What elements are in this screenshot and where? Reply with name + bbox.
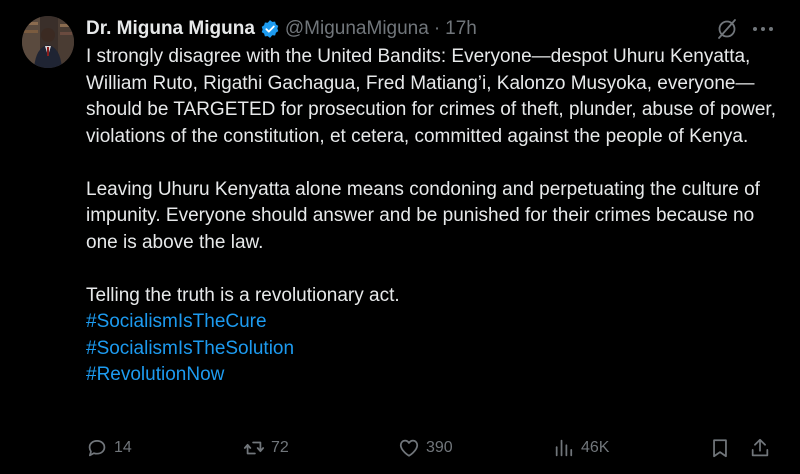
reply-icon bbox=[88, 439, 106, 457]
reply-button[interactable]: 14 bbox=[86, 434, 132, 462]
hashtag-link[interactable]: #RevolutionNow bbox=[86, 362, 776, 389]
reply-count: 14 bbox=[114, 439, 132, 456]
tweet-paragraph: Telling the truth is a revolutionary act… bbox=[86, 284, 400, 306]
tweet-header: Dr. Miguna Miguna @MigunaMiguna · 17h bbox=[86, 14, 710, 44]
tweet-text: I strongly disagree with the United Band… bbox=[86, 44, 776, 389]
more-icon[interactable] bbox=[752, 22, 774, 36]
avatar[interactable] bbox=[22, 16, 74, 68]
display-name[interactable]: Dr. Miguna Miguna bbox=[86, 18, 255, 40]
views-count: 46K bbox=[581, 439, 610, 456]
verified-badge-icon[interactable] bbox=[260, 19, 280, 39]
separator: · bbox=[433, 18, 441, 39]
tweet-paragraph: I strongly disagree with the United Band… bbox=[86, 46, 776, 147]
views-button[interactable]: 46K bbox=[553, 434, 609, 462]
repost-count: 72 bbox=[271, 439, 289, 456]
bookmark-button[interactable] bbox=[709, 434, 731, 462]
repost-icon bbox=[243, 441, 265, 455]
heart-icon bbox=[399, 439, 419, 457]
bookmark-icon bbox=[713, 439, 727, 458]
like-count: 390 bbox=[426, 439, 453, 456]
action-bar: 14 72 390 46K bbox=[0, 434, 800, 462]
hashtag-link[interactable]: #SocialismIsTheSolution bbox=[86, 336, 776, 363]
share-icon bbox=[751, 438, 769, 457]
grok-icon[interactable] bbox=[716, 18, 738, 40]
tweet-paragraph: Leaving Uhuru Kenyatta alone means condo… bbox=[86, 178, 760, 253]
avatar-photo bbox=[22, 16, 74, 68]
hashtag-link[interactable]: #SocialismIsTheCure bbox=[86, 309, 776, 336]
like-button[interactable]: 390 bbox=[398, 434, 453, 462]
share-button[interactable] bbox=[749, 434, 771, 462]
handle[interactable]: @MigunaMiguna bbox=[285, 18, 429, 40]
repost-button[interactable]: 72 bbox=[243, 434, 289, 462]
views-icon bbox=[555, 439, 573, 457]
timestamp[interactable]: 17h bbox=[445, 18, 477, 40]
